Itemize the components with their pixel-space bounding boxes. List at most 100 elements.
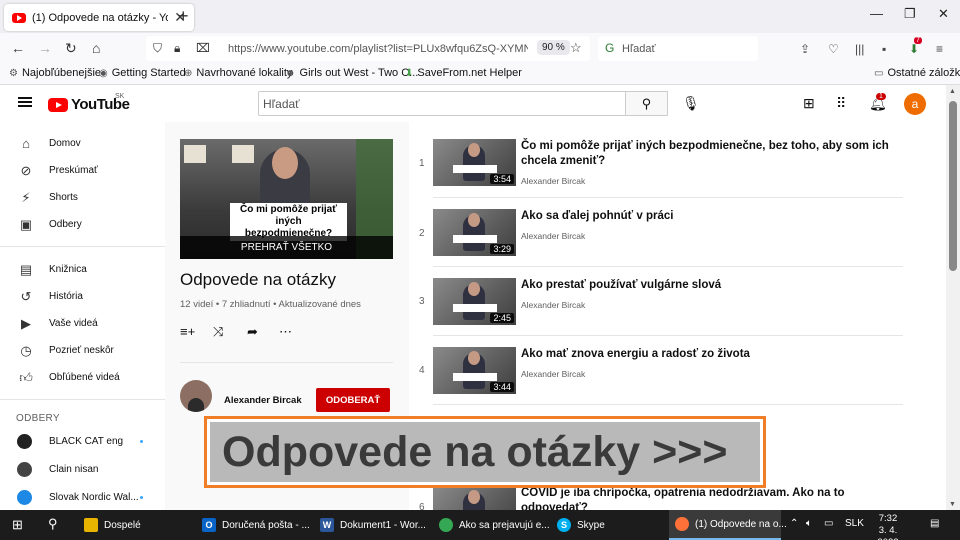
taskbar-item-word[interactable]: W Dokument1 - Wor...: [314, 510, 426, 540]
url-text[interactable]: https://www.youtube.com/playlist?list=PL…: [228, 43, 528, 55]
lock-icon[interactable]: 🔒︎: [174, 41, 180, 56]
youtube-search-input[interactable]: Hľadať: [258, 91, 626, 116]
scroll-down-arrow-icon[interactable]: ▼: [949, 501, 956, 508]
shield-icon[interactable]: ⛉: [153, 41, 162, 56]
shuffle-icon[interactable]: ⤨: [213, 324, 223, 340]
taskbar-item-chrome[interactable]: Ako sa prejavujú e...: [433, 510, 550, 540]
browser-tab-active[interactable]: (1) Odpovede na otázky - YouTube ✕: [4, 4, 194, 31]
permissions-icon[interactable]: ⌧: [196, 41, 210, 55]
video-thumbnail[interactable]: [433, 486, 516, 510]
new-tab-plus-icon[interactable]: +: [178, 6, 189, 27]
video-title[interactable]: Ako prestať používať vulgárne slová: [521, 278, 901, 293]
apps-grid-icon[interactable]: ⠿: [836, 95, 846, 112]
microphone-icon[interactable]: 🎙︎: [682, 95, 700, 112]
video-title[interactable]: Ako mať znova energiu a radosť zo života: [521, 347, 901, 362]
sidebar-item-explore[interactable]: ⊘ Preskúmať: [0, 157, 165, 184]
window-restore-icon[interactable]: ❐: [904, 6, 916, 22]
youtube-sidebar: ⌂ Domov ⊘ Preskúmať ⚡︎ Shorts ▣ Odbery ▤…: [0, 122, 165, 510]
volume-icon[interactable]: 🔈︎: [806, 518, 812, 529]
firefox-icon: [675, 517, 689, 531]
owner-avatar[interactable]: [180, 380, 212, 412]
video-thumbnail[interactable]: 3:29: [433, 209, 516, 256]
video-channel[interactable]: Alexander Bircak: [521, 176, 585, 186]
subscribe-button[interactable]: ODOBERAŤ: [316, 388, 390, 412]
video-title[interactable]: Čo mi pomôže prijať iných bezpodmienečne…: [521, 139, 901, 169]
other-bookmarks[interactable]: ▭ Ostatné záložky: [874, 67, 960, 79]
account-avatar[interactable]: a: [904, 93, 926, 115]
playlist-owner-name[interactable]: Alexander Bircak: [224, 395, 302, 406]
video-channel[interactable]: Alexander Bircak: [521, 300, 585, 310]
bookmarks-bar: ⚙ Najobľúbenejšie ◉ Getting Started ⊕ Navrh…: [0, 63, 960, 85]
taskbar-item-firefox[interactable]: (1) Odpovede na o...: [669, 510, 787, 540]
taskbar-clock[interactable]: 7:32 3. 4. 2022: [868, 513, 908, 540]
scroll-up-arrow-icon[interactable]: ▲: [949, 88, 956, 95]
bookmark-item[interactable]: ⬇ SaveFrom.net Helper: [405, 67, 522, 79]
zoom-level-badge[interactable]: 90 %: [537, 40, 570, 55]
play-all-button[interactable]: PREHRAŤ VŠETKO: [180, 236, 393, 259]
reload-icon[interactable]: ↻: [65, 40, 77, 57]
list-item[interactable]: 2 3:29 Ako sa ďalej pohnúť v práci Alexa…: [409, 209, 946, 278]
notification-center-icon[interactable]: ▤: [930, 518, 939, 529]
sidebar-item-library[interactable]: ▤ Knižnica: [0, 256, 165, 283]
list-item[interactable]: 6 COVID je iba chrípočka, opatrenia nedo…: [409, 486, 946, 510]
bookmark-item[interactable]: ⚙ Najobľúbenejšie: [9, 67, 101, 79]
playlist-thumbnail[interactable]: Čo mi pomôže prijať iných bezpodmienečne…: [180, 139, 393, 259]
forward-arrow-icon[interactable]: →: [38, 40, 52, 56]
bookmark-item[interactable]: ⊕ Navrhované lokality: [184, 67, 292, 79]
url-bar[interactable]: ⛉ 🔒︎ ⌧ https://www.youtube.com/playlist?…: [146, 36, 590, 61]
scrollbar-thumb[interactable]: [949, 101, 957, 271]
browser-search-field[interactable]: G Hľadať: [598, 36, 758, 61]
video-channel[interactable]: Alexander Bircak: [521, 369, 585, 379]
video-thumbnail[interactable]: 3:54: [433, 139, 516, 186]
overlay-banner-box: Odpovede na otázky >>>: [210, 422, 760, 482]
tray-overflow-icon[interactable]: ⌃: [790, 518, 798, 529]
video-duration: 3:54: [490, 174, 514, 184]
bookmark-item[interactable]: ◉ Getting Started: [99, 67, 186, 79]
taskbar-item-outlook[interactable]: O Doručená pošta - ...: [196, 510, 310, 540]
sidebar-subscription[interactable]: BLACK CAT eng: [0, 428, 165, 455]
video-channel[interactable]: Alexander Bircak: [521, 231, 585, 241]
extension-icon[interactable]: ▪: [882, 42, 886, 56]
savefrom-extension-icon[interactable]: ⬇: [909, 42, 919, 56]
taskbar-item-explorer[interactable]: Dospelé: [78, 510, 190, 540]
list-item[interactable]: 3 2:45 Ako prestať používať vulgárne slo…: [409, 278, 946, 347]
save-to-pocket-icon[interactable]: ♡: [828, 42, 839, 56]
network-icon[interactable]: ▭: [824, 518, 833, 529]
sidebar-item-your-videos[interactable]: ▶ Vaše videá: [0, 310, 165, 337]
add-to-queue-icon[interactable]: ≡+: [180, 324, 195, 339]
sidebar-item-subscriptions[interactable]: ▣ Odbery: [0, 211, 165, 238]
more-options-icon[interactable]: ⋯: [279, 324, 292, 340]
back-arrow-icon[interactable]: ←: [11, 40, 25, 56]
home-icon[interactable]: ⌂: [92, 40, 100, 56]
sidebar-subscription[interactable]: Slovak Nordic Wal...: [0, 484, 165, 511]
list-item[interactable]: 4 3:44 Ako mať znova energiu a radosť zo…: [409, 347, 946, 416]
library-toolbar-icon[interactable]: |||: [855, 42, 864, 56]
page-scrollbar[interactable]: ▲ ▼: [946, 85, 960, 510]
channel-avatar: [17, 490, 32, 505]
search-icon[interactable]: ⚲: [48, 516, 58, 532]
hamburger-menu-icon[interactable]: [18, 97, 32, 107]
video-thumbnail[interactable]: 3:44: [433, 347, 516, 394]
windows-start-icon[interactable]: ⊞: [12, 517, 23, 533]
bookmark-item[interactable]: ☻ Girls out West - Two C...: [285, 67, 418, 79]
language-indicator[interactable]: SLK: [845, 518, 864, 529]
video-thumbnail[interactable]: 2:45: [433, 278, 516, 325]
sidebar-subscription[interactable]: Clain nisan: [0, 456, 165, 483]
sidebar-item-shorts[interactable]: ⚡︎ Shorts: [0, 184, 165, 211]
sidebar-item-history[interactable]: ↺ História: [0, 283, 165, 310]
youtube-search-button[interactable]: ⚲: [626, 91, 668, 116]
video-title[interactable]: Ako sa ďalej pohnúť v práci: [521, 209, 901, 224]
video-title[interactable]: COVID je iba chrípočka, opatrenia nedodr…: [521, 486, 901, 510]
create-video-icon[interactable]: ⊞: [803, 95, 815, 112]
app-menu-icon[interactable]: ≡: [936, 42, 943, 56]
sidebar-item-liked-videos[interactable]: 👍︎ Obľúbené videá: [0, 364, 165, 391]
taskbar-item-skype[interactable]: S Skype: [551, 510, 663, 540]
bookmark-star-icon[interactable]: ☆: [570, 40, 582, 56]
pocket-icon[interactable]: ⇪: [800, 42, 810, 56]
window-close-icon[interactable]: ✕: [938, 6, 949, 22]
youtube-play-logo-icon: [48, 97, 68, 112]
sidebar-item-home[interactable]: ⌂ Domov: [0, 130, 165, 157]
sidebar-item-watch-later[interactable]: ◷ Pozrieť neskôr: [0, 337, 165, 364]
share-icon[interactable]: ➦: [247, 324, 258, 340]
window-minimize-icon[interactable]: —: [870, 6, 883, 21]
